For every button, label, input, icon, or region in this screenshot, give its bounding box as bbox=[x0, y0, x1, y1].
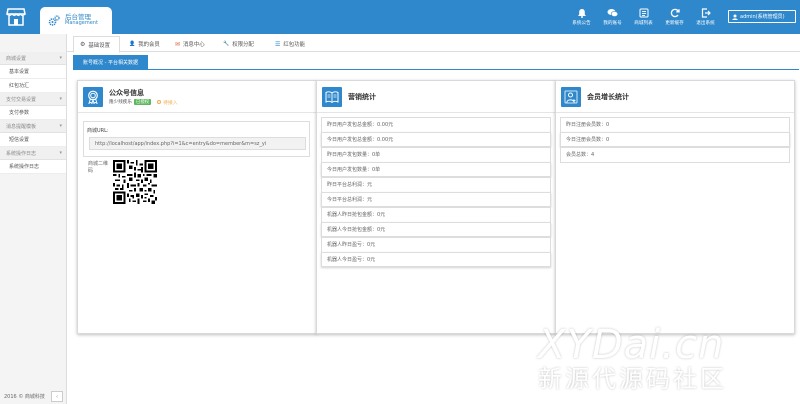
tab-permissions[interactable]: 🔧 权限分配 bbox=[219, 36, 264, 52]
tab-account-overview[interactable]: 账号概况 - 平台相关数据 bbox=[73, 55, 148, 70]
wrench-icon: 🔧 bbox=[223, 41, 230, 47]
stat-row: 昨日注册会员数：0 bbox=[560, 117, 790, 133]
member-growth-header: 会员增长统计 bbox=[556, 81, 794, 113]
account-info-title: 公众号信息 bbox=[109, 88, 144, 97]
sidebar-item-sms-settings[interactable]: 短信设置 bbox=[0, 133, 66, 147]
nav-refresh-cache[interactable]: 更新缓存 bbox=[659, 0, 690, 34]
marketing-stats-list: 昨日用户发包总金额：0.00元 今日用户发包总金额：0.00元 昨日用户发包数量… bbox=[321, 117, 551, 267]
stat-row: 机器人昨日抢包金额：0元 bbox=[321, 207, 551, 223]
account-info-panel: 公众号信息 隆少残疾乐 已授权 待接入 商城URL: http://localh… bbox=[77, 80, 317, 334]
sidebar-item-system-logs[interactable]: 系统操作日志 bbox=[0, 160, 66, 174]
sidebar-collapse-button[interactable]: ‹ bbox=[51, 391, 63, 402]
stat-row: 昨日用户发包总金额：0.00元 bbox=[321, 117, 551, 133]
qr-label: 商城二维码 bbox=[88, 161, 109, 174]
qr-code bbox=[113, 160, 157, 204]
stat-row: 昨日平台总利润：元 bbox=[321, 177, 551, 193]
tab-red-packet[interactable]: ☰ 红包功能 bbox=[271, 36, 316, 52]
brand-subtitle: Management bbox=[65, 20, 98, 27]
badge-icon bbox=[83, 86, 103, 107]
store-icon bbox=[6, 8, 26, 26]
sidebar-group-payment[interactable]: 支付交易设置 bbox=[0, 93, 66, 106]
sidebar-item-basic-settings[interactable]: 基本设置 bbox=[0, 65, 66, 79]
book-icon bbox=[322, 86, 342, 107]
watermark-text: 新源代源码社区 bbox=[538, 365, 727, 393]
nav-logout[interactable]: 退出系统 bbox=[690, 0, 721, 34]
pending-status: 待接入 bbox=[157, 99, 178, 106]
gears-icon bbox=[48, 14, 60, 26]
top-header: 后台管理 Management 系统公告 我的账号 商城列表 更新缓存 退出系统… bbox=[0, 0, 800, 34]
store-url-field[interactable]: http://localhost/app/index.php?i=1&c=ent… bbox=[89, 137, 306, 150]
list-icon bbox=[639, 8, 648, 18]
store-url-box: 商城URL: http://localhost/app/index.php?i=… bbox=[83, 121, 310, 157]
nav-store-list[interactable]: 商城列表 bbox=[628, 0, 659, 34]
brand-tab[interactable]: 后台管理 Management bbox=[40, 7, 112, 34]
user-icon bbox=[732, 14, 738, 20]
sub-tabs: 账号概况 - 平台相关数据 bbox=[73, 55, 799, 70]
stat-row: 今日平台总利润：元 bbox=[321, 191, 551, 207]
marketing-stats-header: 营销统计 bbox=[317, 81, 555, 113]
sidebar-item-red-packet[interactable]: 红包功汇 bbox=[0, 79, 66, 93]
watermark-logo: XYDai.cn bbox=[538, 322, 725, 368]
marketing-stats-title: 营销统计 bbox=[348, 92, 376, 101]
pending-icon bbox=[157, 100, 162, 104]
stat-row: 今日用户发包数量：0单 bbox=[321, 161, 551, 177]
sidebar-item-payment-params[interactable]: 支付参数 bbox=[0, 106, 66, 120]
copyright: 2016 © 商城科技 bbox=[4, 394, 45, 400]
user-name: admin(系统管理员) bbox=[740, 14, 785, 20]
menu-icon: ☰ bbox=[275, 40, 281, 48]
marketing-stats-panel: 营销统计 昨日用户发包总金额：0.00元 今日用户发包总金额：0.00元 昨日用… bbox=[316, 80, 556, 334]
sidebar-group-store-settings[interactable]: 商城设置 bbox=[0, 52, 66, 65]
bell-icon bbox=[577, 9, 586, 18]
tab-message-center[interactable]: ✉ 消息中心 bbox=[171, 36, 216, 52]
stat-row: 机器人今日抢包金额：0元 bbox=[321, 221, 551, 237]
add-user-icon bbox=[561, 86, 581, 107]
member-growth-title: 会员增长统计 bbox=[587, 92, 629, 101]
stat-row: 会员总数：4 bbox=[560, 147, 790, 163]
refresh-icon bbox=[670, 8, 680, 18]
sidebar: 商城设置 基本设置 红包功汇 支付交易设置 支付参数 消息提醒模板 短信设置 系… bbox=[0, 34, 67, 404]
stat-row: 今日用户发包总金额：0.00元 bbox=[321, 131, 551, 147]
stat-row: 今日注册会员数：0 bbox=[560, 131, 790, 147]
nav-my-account[interactable]: 我的账号 bbox=[597, 0, 628, 34]
stat-row: 昨日用户发包数量：0单 bbox=[321, 147, 551, 163]
user-icon: 👤 bbox=[129, 41, 136, 47]
chat-icon bbox=[607, 9, 618, 17]
module-tabs: ⚙ 基础设置 👤 我的会员 ✉ 消息中心 🔧 权限分配 ☰ 红包功能 bbox=[67, 36, 800, 53]
stat-row: 机器人今日盈亏：0元 bbox=[321, 251, 551, 267]
account-name: 隆少残疾乐 bbox=[109, 100, 132, 105]
nav-announcements[interactable]: 系统公告 bbox=[566, 0, 597, 34]
sidebar-group-system-logs[interactable]: 系统操作日志 bbox=[0, 147, 66, 160]
account-info-header: 公众号信息 隆少残疾乐 已授权 待接入 bbox=[78, 81, 316, 113]
stat-row: 机器人昨日盈亏：0元 bbox=[321, 237, 551, 253]
user-menu[interactable]: admin(系统管理员) bbox=[728, 10, 796, 23]
tab-my-members[interactable]: 👤 我的会员 bbox=[125, 36, 170, 52]
envelope-icon: ✉ bbox=[175, 40, 181, 48]
member-growth-list: 昨日注册会员数：0 今日注册会员数：0 会员总数：4 bbox=[560, 117, 790, 163]
home-button[interactable] bbox=[0, 0, 32, 34]
logout-icon bbox=[701, 8, 711, 18]
watermark: XYDai.cn 新源代源码社区 bbox=[538, 325, 727, 391]
store-url-label: 商城URL: bbox=[87, 128, 109, 134]
sidebar-group-message-templates[interactable]: 消息提醒模板 bbox=[0, 120, 66, 133]
top-nav: 系统公告 我的账号 商城列表 更新缓存 退出系统 bbox=[566, 0, 721, 34]
auth-status-badge: 已授权 bbox=[133, 99, 152, 105]
tab-basic-settings[interactable]: ⚙ 基础设置 bbox=[73, 36, 120, 53]
member-growth-panel: 会员增长统计 昨日注册会员数：0 今日注册会员数：0 会员总数：4 bbox=[555, 80, 795, 334]
gear-icon: ⚙ bbox=[80, 41, 86, 48]
